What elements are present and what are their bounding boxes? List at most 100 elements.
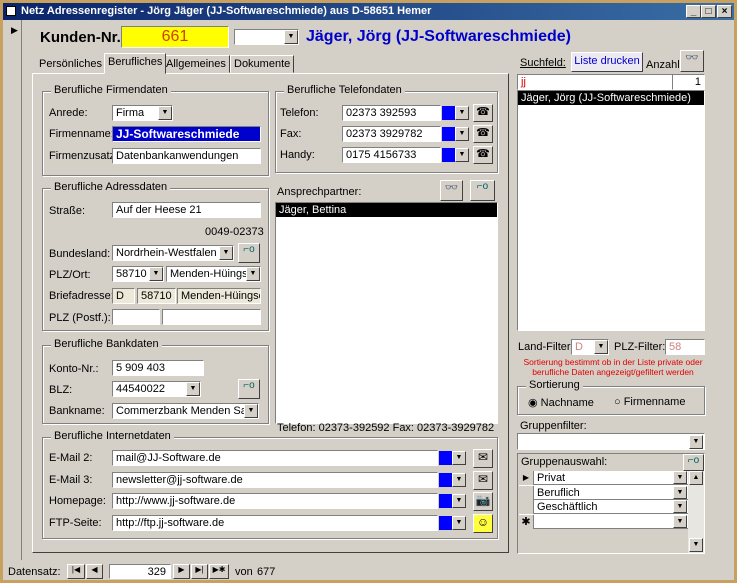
strasse-field[interactable]: Auf der Heese 21 xyxy=(112,202,261,218)
last-record-button[interactable]: ▶| xyxy=(191,564,208,579)
record-number-input[interactable]: 329 xyxy=(109,564,171,579)
chevron-down-icon[interactable]: ▼ xyxy=(673,514,687,528)
gruppenfilter-select[interactable] xyxy=(517,433,705,450)
vorwahl-text: 0049-02373 xyxy=(205,226,264,238)
color-indicator xyxy=(442,127,455,141)
glasses-icon[interactable]: ⌐o xyxy=(470,180,495,201)
row-selector[interactable] xyxy=(519,485,534,500)
chevron-down-icon[interactable]: ▼ xyxy=(452,494,466,508)
search-input[interactable]: jj xyxy=(517,74,673,90)
firmenname-field[interactable]: JJ-Softwareschmiede xyxy=(112,126,261,142)
internet-field[interactable]: http://ftp.jj-software.de xyxy=(112,514,438,531)
total-records: 677 xyxy=(257,566,276,578)
scroll-up-icon[interactable]: ▲ xyxy=(689,471,703,485)
group-row[interactable]: ▶ Privat ▼ xyxy=(519,471,689,485)
camera-icon[interactable]: 📷 xyxy=(473,492,493,511)
chevron-down-icon[interactable]: ▼ xyxy=(244,404,258,418)
tab-allgemeines[interactable]: Allgemeines xyxy=(162,55,230,73)
plz-filter-input[interactable]: 58 xyxy=(665,339,705,355)
postfach-plz-field[interactable] xyxy=(112,309,160,325)
chevron-down-icon[interactable]: ▼ xyxy=(158,106,172,120)
chevron-down-icon[interactable]: ▼ xyxy=(673,485,687,499)
sort-note: Sortierung bestimmt ob in der Liste priv… xyxy=(523,357,703,377)
tab-persoenliches[interactable]: Persönliches xyxy=(35,55,106,73)
list-item[interactable]: Jäger, Jörg (JJ-Softwareschmiede) xyxy=(518,91,704,105)
chevron-down-icon[interactable]: ▼ xyxy=(452,451,466,465)
color-indicator xyxy=(442,106,455,120)
radio-firmenname[interactable]: ○ Firmenname xyxy=(614,396,685,408)
chevron-down-icon[interactable]: ▼ xyxy=(455,127,469,141)
next-record-button[interactable]: ▶ xyxy=(173,564,190,579)
internet-field[interactable]: newsletter@jj-software.de xyxy=(112,471,438,488)
new-record-button[interactable]: ▶✱ xyxy=(209,564,229,579)
chevron-down-icon[interactable]: ▼ xyxy=(149,267,163,281)
current-row-arrow-icon[interactable]: ▶ xyxy=(519,471,534,485)
telefon-field[interactable]: 0175 4156733 xyxy=(342,147,441,163)
internet-label: E-Mail 3: xyxy=(49,473,93,486)
scroll-down-icon[interactable]: ▼ xyxy=(689,538,703,552)
konto-field[interactable]: 5 909 403 xyxy=(112,360,204,376)
search-results-list[interactable]: Jäger, Jörg (JJ-Softwareschmiede) xyxy=(517,90,705,331)
radio-label: Nachname xyxy=(540,397,594,409)
close-button[interactable]: × xyxy=(717,5,732,18)
ansprechpartner-list[interactable]: Jäger, Bettina xyxy=(275,202,498,424)
first-record-button[interactable]: |◀ xyxy=(67,564,85,579)
chevron-down-icon[interactable]: ▼ xyxy=(455,106,469,120)
internet-field[interactable]: mail@JJ-Software.de xyxy=(112,450,438,466)
binoculars-icon[interactable]: 👓 xyxy=(680,50,704,72)
chevron-down-icon[interactable]: ▼ xyxy=(594,340,608,354)
kunden-nr-label: Kunden-Nr.: xyxy=(40,29,126,46)
telefon-field[interactable]: 02373 392593 xyxy=(342,105,441,121)
group-row[interactable]: Geschäftlich ▼ xyxy=(519,500,689,514)
prev-record-button[interactable]: ◀ xyxy=(86,564,103,579)
internet-field[interactable]: http://www.jj-software.de xyxy=(112,493,438,509)
binoculars-icon[interactable]: 👓 xyxy=(440,180,463,201)
record-selector[interactable]: ▶ xyxy=(4,20,22,560)
groups-scrollbar[interactable]: ▲ ▼ xyxy=(688,471,704,553)
smiley-icon[interactable]: ☺ xyxy=(473,513,493,533)
tab-dokumente[interactable]: Dokumente xyxy=(230,55,295,73)
glasses-icon[interactable]: ⌐o xyxy=(238,379,260,399)
phone-icon[interactable]: ☎ xyxy=(473,104,493,122)
minimize-button[interactable]: _ xyxy=(686,5,701,18)
chevron-down-icon[interactable]: ▼ xyxy=(452,515,466,530)
groups-grid[interactable]: ▶ Privat ▼ Beruflich ▼ Geschäftlich ▼ ✱ ▼ xyxy=(519,471,689,529)
strasse-label: Straße: xyxy=(49,205,86,217)
group-row[interactable]: Beruflich ▼ xyxy=(519,485,689,500)
tab-berufliches[interactable]: Berufliches xyxy=(104,53,167,74)
gruppenauswahl-label: Gruppenauswahl: xyxy=(521,456,608,468)
telefon-label: Telefon: xyxy=(280,107,319,119)
email-icon[interactable]: ✉ xyxy=(473,470,493,490)
group-legend: Berufliche Bankdaten xyxy=(51,338,162,350)
group-legend: Berufliche Telefondaten xyxy=(284,84,405,96)
kunden-nr-field[interactable]: 661 xyxy=(121,26,229,48)
postfach-field[interactable] xyxy=(162,309,261,325)
chevron-down-icon[interactable]: ▼ xyxy=(284,30,298,44)
glasses-icon[interactable]: ⌐o xyxy=(683,454,704,471)
firmenzusatz-field[interactable]: Datenbankanwendungen xyxy=(112,148,261,164)
list-item[interactable]: Jäger, Bettina xyxy=(276,203,497,217)
chevron-down-icon[interactable]: ▼ xyxy=(219,246,233,260)
color-indicator xyxy=(439,472,452,487)
chevron-down-icon[interactable]: ▼ xyxy=(452,472,466,487)
row-selector[interactable] xyxy=(519,500,534,514)
telefon-field[interactable]: 02373 3929782 xyxy=(342,126,441,142)
briefadresse-label: Briefadresse: xyxy=(49,290,114,302)
email-icon[interactable]: ✉ xyxy=(473,449,493,468)
ansprechpartner-label: Ansprechpartner: xyxy=(277,186,362,198)
maximize-button[interactable]: □ xyxy=(701,5,716,18)
liste-drucken-button[interactable]: Liste drucken xyxy=(571,52,643,72)
chevron-down-icon[interactable]: ▼ xyxy=(673,471,687,484)
radio-nachname[interactable]: ◉ Nachname xyxy=(528,396,594,409)
glasses-icon[interactable]: ⌐o xyxy=(238,243,260,263)
chevron-down-icon[interactable]: ▼ xyxy=(689,435,703,449)
bankname-select[interactable]: Commerzbank Menden Sauerland xyxy=(112,403,259,419)
chevron-down-icon[interactable]: ▼ xyxy=(186,382,200,396)
chevron-down-icon[interactable]: ▼ xyxy=(246,267,260,281)
phone-icon[interactable]: ☎ xyxy=(473,125,493,143)
chevron-down-icon[interactable]: ▼ xyxy=(455,148,469,162)
bundesland-select[interactable]: Nordrhein-Westfalen xyxy=(112,245,234,261)
phone-icon[interactable]: ☎ xyxy=(473,146,493,164)
chevron-down-icon[interactable]: ▼ xyxy=(673,500,687,513)
new-group-row[interactable]: ✱ ▼ xyxy=(519,514,689,529)
